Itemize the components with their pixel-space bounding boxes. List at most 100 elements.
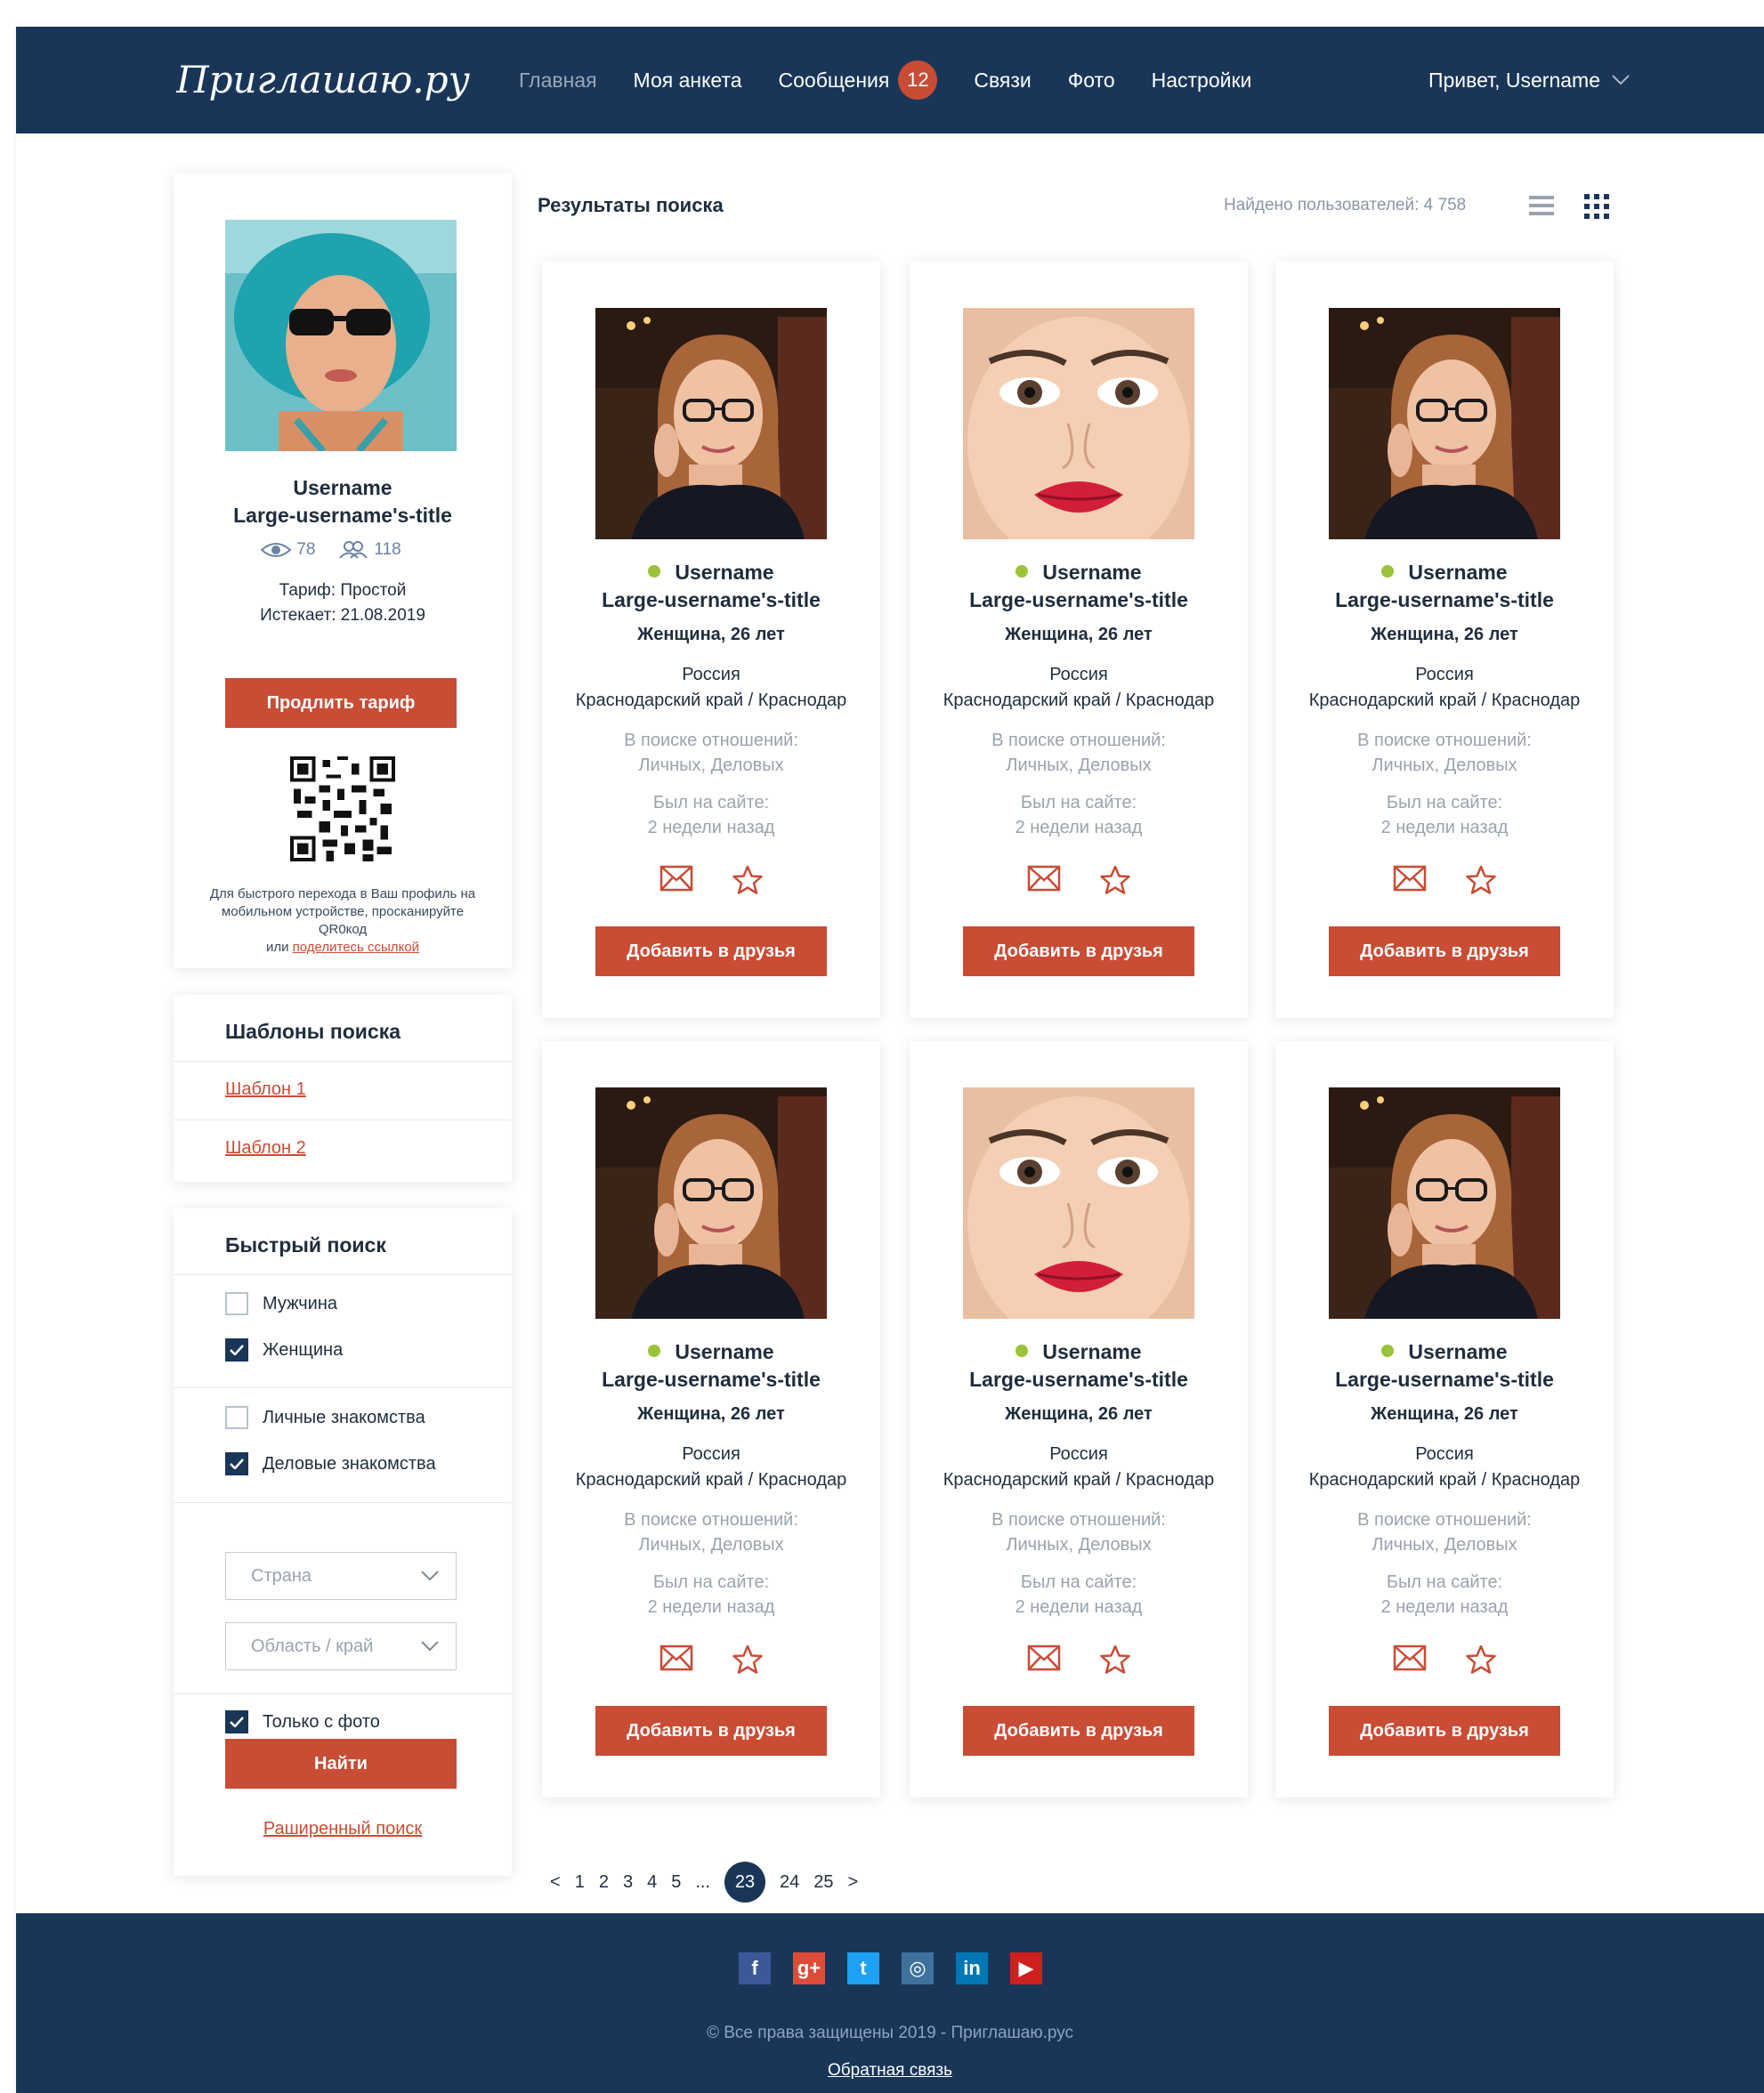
gender-female-checkbox[interactable]: Женщина xyxy=(225,1338,343,1362)
logo[interactable]: Приглашаю.рус xyxy=(176,46,470,114)
star-icon[interactable] xyxy=(1100,1644,1130,1675)
user-photo[interactable] xyxy=(595,308,827,539)
user-actions xyxy=(910,865,1248,895)
user-title: Large-username's-title xyxy=(1335,1368,1554,1391)
page-link[interactable]: 2 xyxy=(599,1872,609,1893)
user-location: Россия Краснодарский край / Краснодар xyxy=(542,1442,880,1493)
personal-dating-checkbox[interactable]: Личные знакомства xyxy=(225,1406,425,1429)
user-country: Россия xyxy=(1415,1444,1474,1464)
page-link[interactable]: 3 xyxy=(623,1872,633,1893)
star-icon[interactable] xyxy=(732,865,763,895)
select-placeholder: Область / край xyxy=(251,1636,374,1656)
add-friend-button[interactable]: Добавить в друзья xyxy=(595,926,827,976)
add-friend-button[interactable]: Добавить в друзья xyxy=(963,926,1194,976)
page-current[interactable]: 23 xyxy=(724,1862,765,1903)
user-gender-age: Женщина, 26 лет xyxy=(637,625,785,644)
friends-count: 118 xyxy=(374,540,401,559)
page-prev[interactable]: < xyxy=(550,1872,561,1893)
google-plus-icon[interactable]: g+ xyxy=(793,1952,825,1984)
user-name[interactable]: Username Large-username's-title xyxy=(542,1338,880,1394)
linkedin-icon[interactable]: in xyxy=(956,1952,988,1984)
star-icon[interactable] xyxy=(1100,865,1130,895)
seeking-label: В поиске отношений: xyxy=(1357,731,1532,750)
grid-view-icon[interactable] xyxy=(1584,194,1609,219)
user-name[interactable]: Username Large-username's-title xyxy=(910,1338,1248,1394)
business-dating-checkbox[interactable]: Деловые знакомства xyxy=(225,1452,436,1475)
page-link[interactable]: 4 xyxy=(647,1872,657,1893)
envelope-icon[interactable] xyxy=(1027,865,1061,892)
check-icon xyxy=(230,1345,244,1355)
page-link[interactable]: 25 xyxy=(813,1872,833,1893)
page-link[interactable]: 24 xyxy=(780,1872,799,1893)
envelope-icon[interactable] xyxy=(1393,865,1427,892)
user-name[interactable]: Username Large-username's-title xyxy=(1275,559,1614,614)
country-select[interactable]: Страна xyxy=(225,1552,457,1600)
user-name[interactable]: Username Large-username's-title xyxy=(542,559,880,614)
add-friend-button[interactable]: Добавить в друзья xyxy=(1329,1706,1560,1756)
add-friend-button[interactable]: Добавить в друзья xyxy=(1329,926,1560,976)
twitter-icon[interactable]: t xyxy=(847,1952,879,1984)
youtube-icon[interactable]: ▶ xyxy=(1010,1952,1042,1984)
last-seen-label: Был на сайте: xyxy=(1386,1572,1503,1592)
pagination: < 1 2 3 4 5 ... 23 24 25 > xyxy=(550,1862,872,1903)
star-icon[interactable] xyxy=(732,1644,763,1675)
search-templates: Шаблоны поиска Шаблон 1 Шаблон 2 xyxy=(174,995,512,1182)
feedback-link[interactable]: Обратная связь xyxy=(16,2061,1764,2081)
user-photo[interactable] xyxy=(963,1087,1194,1319)
find-button[interactable]: Найти xyxy=(225,1739,457,1789)
user-menu[interactable]: Привет, Username xyxy=(1428,27,1630,133)
user-gender-age: Женщина, 26 лет xyxy=(637,1404,785,1424)
add-friend-button[interactable]: Добавить в друзья xyxy=(595,1706,827,1756)
checkbox-label: Только с фото xyxy=(263,1711,380,1732)
add-friend-button[interactable]: Добавить в друзья xyxy=(963,1706,1194,1756)
chevron-down-icon xyxy=(1612,75,1630,85)
page-ellipsis: ... xyxy=(695,1871,710,1892)
template-link-2[interactable]: Шаблон 2 xyxy=(225,1138,306,1159)
tariff-info: Тариф: Простой Истекает: 21.08.2019 xyxy=(174,578,512,628)
user-card: Username Large-username's-title Женщина,… xyxy=(542,262,880,1018)
share-link[interactable]: поделитесь ссылкой xyxy=(293,940,419,955)
user-name[interactable]: Username Large-username's-title xyxy=(1275,1338,1614,1394)
nav-home[interactable]: Главная xyxy=(519,69,597,93)
star-icon[interactable] xyxy=(1466,1644,1496,1675)
envelope-icon[interactable] xyxy=(1027,1644,1061,1671)
gender-male-checkbox[interactable]: Мужчина xyxy=(225,1292,337,1315)
quick-search: Быстрый поиск Мужчина Женщина Личные зна… xyxy=(174,1208,512,1876)
user-seeking: В поиске отношений: Личных, Деловых xyxy=(542,728,880,778)
profile-avatar[interactable] xyxy=(225,220,457,451)
user-photo[interactable] xyxy=(1329,308,1560,539)
user-photo[interactable] xyxy=(595,1087,827,1319)
nav-my-profile[interactable]: Моя анкета xyxy=(634,69,742,93)
nav-settings[interactable]: Настройки xyxy=(1152,69,1252,93)
user-title: Large-username's-title xyxy=(602,588,821,611)
last-seen-value: 2 недели назад xyxy=(1380,818,1509,837)
user-photo[interactable] xyxy=(1329,1087,1560,1319)
nav-photo-label: Фото xyxy=(1067,68,1115,92)
user-name[interactable]: Username Large-username's-title xyxy=(910,559,1248,614)
envelope-icon[interactable] xyxy=(1393,1644,1427,1671)
page-link[interactable]: 1 xyxy=(575,1872,585,1893)
user-last-seen: Был на сайте: 2 недели назад xyxy=(1275,1570,1614,1620)
extend-tariff-button[interactable]: Продлить тариф xyxy=(225,678,457,728)
last-seen-value: 2 недели назад xyxy=(1380,1597,1509,1617)
star-icon[interactable] xyxy=(1466,865,1496,895)
list-view-icon[interactable] xyxy=(1529,194,1554,217)
copyright: © Все права защищены 2019 - Приглашаю.ру… xyxy=(706,2024,1074,2042)
page-link[interactable]: 5 xyxy=(671,1872,681,1893)
photo-only-checkbox[interactable]: Только с фото xyxy=(225,1710,380,1733)
select-placeholder: Страна xyxy=(251,1565,312,1586)
envelope-icon[interactable] xyxy=(659,1644,693,1671)
nav-photo[interactable]: Фото xyxy=(1068,69,1115,93)
facebook-icon[interactable]: f xyxy=(739,1952,771,1984)
region-select[interactable]: Область / край xyxy=(225,1622,457,1670)
page-next[interactable]: > xyxy=(847,1872,858,1893)
nav-connections[interactable]: Связи xyxy=(974,69,1031,93)
advanced-search-link[interactable]: Раширенный поиск xyxy=(263,1819,422,1838)
instagram-icon[interactable]: ◎ xyxy=(902,1952,934,1984)
user-photo[interactable] xyxy=(963,308,1194,539)
envelope-icon[interactable] xyxy=(659,865,693,892)
nav-messages[interactable]: Сообщения 12 xyxy=(779,61,938,100)
user-card: Username Large-username's-title Женщина,… xyxy=(910,1041,1248,1798)
user-actions xyxy=(542,865,880,895)
template-link-1[interactable]: Шаблон 1 xyxy=(225,1079,306,1100)
